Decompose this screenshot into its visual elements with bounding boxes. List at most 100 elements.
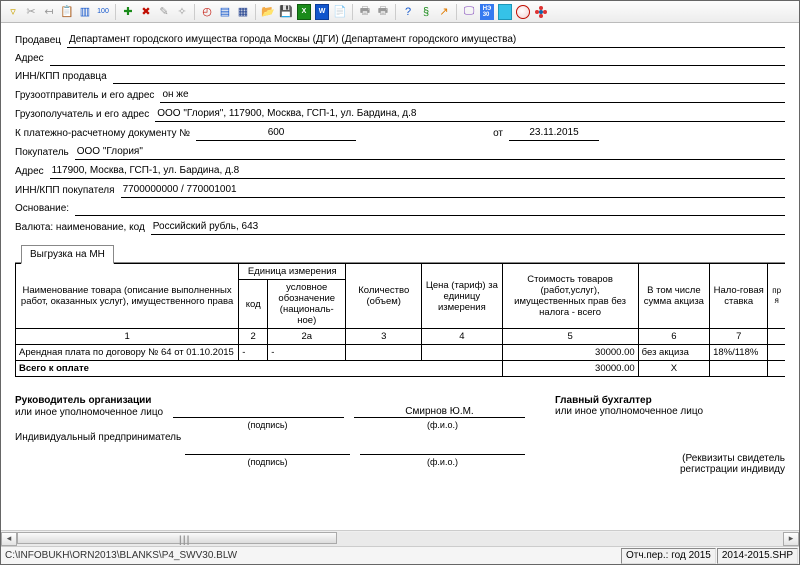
inn-seller-value[interactable] [113, 72, 785, 84]
status-period: Отч.пер.: год 2015 [621, 548, 716, 564]
calculator-icon[interactable]: ▦ [235, 4, 251, 20]
currency-label: Валюта: наименование, код [15, 221, 145, 235]
fio-ip[interactable] [360, 443, 525, 455]
sig-line-ip[interactable] [185, 443, 350, 455]
tab-upload-mn[interactable]: Выгрузка на МН [21, 245, 114, 264]
address-label: Адрес [15, 52, 44, 66]
or-person-2: или иное уполномоченное лицо [555, 406, 785, 417]
th-excise: В том числе сумма акциза [638, 264, 709, 329]
seller-label: Продавец [15, 34, 61, 48]
buyer-label: Покупатель [15, 146, 69, 160]
seller-value[interactable]: Департамент городского имущества города … [67, 33, 785, 48]
scroll-right-button[interactable]: ▸ [783, 532, 799, 546]
separator [395, 4, 396, 20]
separator [255, 4, 256, 20]
paydoc-label: К платежно-расчетному документу № [15, 127, 190, 141]
fio-head[interactable]: Смирнов Ю.М. [354, 406, 525, 418]
consignor-value[interactable]: он же [160, 88, 785, 103]
tab-strip: Выгрузка на МН [15, 241, 785, 263]
consignee-value[interactable]: ООО "Глория", 117900, Москва, ГСП-1, ул.… [155, 107, 785, 122]
total-cost: 30000.00 [502, 361, 638, 377]
globe-icon[interactable] [515, 4, 531, 20]
paydoc-num[interactable]: 600 [196, 126, 356, 141]
th-price: Цена (тариф) за единицу измерения [422, 264, 502, 329]
paydoc-ot: от [493, 127, 503, 141]
sig-line-head[interactable] [173, 406, 344, 418]
cell-symbol[interactable]: - [268, 345, 346, 361]
th-symbol: условное обозначение (националь-ное) [268, 280, 346, 329]
inn-buyer-value[interactable]: 7700000000 / 770001001 [121, 183, 785, 198]
scroll-left-button[interactable]: ◂ [1, 532, 17, 546]
rekv-1: (Реквизиты свидетель [555, 453, 785, 464]
total-label: Всего к оплате [16, 361, 503, 377]
word-icon[interactable]: W [314, 4, 330, 20]
columns-icon[interactable]: ▥ [77, 4, 93, 20]
cell-cost[interactable]: 30000.00 [502, 345, 638, 361]
or-person: или иное уполномоченное лицо [15, 407, 163, 418]
xls-icon[interactable]: X [296, 4, 312, 20]
print-all-icon[interactable]: 🖶 [375, 4, 391, 20]
scissors-icon[interactable]: ✂ [23, 4, 39, 20]
th-code: код [239, 280, 268, 329]
letter-icon[interactable]: ▤ [217, 4, 233, 20]
buyer-addr-label: Адрес [15, 165, 44, 179]
document-area: Продавец Департамент городского имуществ… [1, 23, 799, 530]
save-icon[interactable]: 💾 [278, 4, 294, 20]
monitor-icon[interactable]: 🖵 [461, 4, 477, 20]
table-row[interactable]: Арендная плата по договору № 64 от 01.10… [16, 345, 786, 361]
cell-rate[interactable]: 18%/118% [710, 345, 768, 361]
consignee-label: Грузополучатель и его адрес [15, 108, 149, 122]
currency-value[interactable]: Российский рубль, 643 [151, 220, 785, 235]
funnel-icon[interactable]: ▿ [5, 4, 21, 20]
teamviewer-icon[interactable] [497, 4, 513, 20]
align-left-icon[interactable]: ↤ [41, 4, 57, 20]
pencil-icon[interactable]: ✎ [156, 4, 172, 20]
delete-icon[interactable]: ✖ [138, 4, 154, 20]
buyer-addr-value[interactable]: 117900, Москва, ГСП-1, ул. Бардина, д.8 [50, 164, 785, 179]
paydoc-date[interactable]: 23.11.2015 [509, 126, 599, 141]
inn-seller-label: ИНН/КПП продавца [15, 70, 107, 84]
consignor-label: Грузоотправитель и его адрес [15, 89, 154, 103]
signature-area: Руководитель организации или иное уполно… [15, 395, 785, 475]
main-toolbar: ▿ ✂ ↤ 📋 ▥ 100 ✚ ✖ ✎ ✧ ◴ ▤ ▦ 📂 💾 X W 📄 🖶 … [1, 1, 799, 23]
separator [352, 4, 353, 20]
plus-icon[interactable]: ✚ [120, 4, 136, 20]
cell-name[interactable]: Арендная плата по договору № 64 от 01.10… [16, 345, 239, 361]
ip-label: Индивидуальный предприниматель [15, 432, 525, 443]
cell-qty[interactable] [346, 345, 422, 361]
address-value[interactable] [50, 54, 785, 66]
cell-price[interactable] [422, 345, 502, 361]
items-table: Наименование товара (описание выполненны… [15, 263, 785, 377]
chief-acc-label: Главный бухгалтер [555, 395, 785, 406]
print-icon[interactable]: 🖶 [357, 4, 373, 20]
total-excise: X [638, 361, 709, 377]
basis-value[interactable] [75, 204, 785, 216]
open-icon[interactable]: 📂 [260, 4, 276, 20]
scroll-track[interactable]: ┃┃┃ [17, 532, 783, 546]
status-bar: C:\INFOBUKH\ORN2013\BLANKS\P4_SWV30.BLW … [1, 546, 799, 564]
separator [194, 4, 195, 20]
pdf-icon[interactable]: ◴ [199, 4, 215, 20]
th-rate: Нало-говая ставка [710, 264, 768, 329]
report-icon[interactable]: 📄 [332, 4, 348, 20]
th-name: Наименование товара (описание выполненны… [16, 264, 239, 329]
buyer-value[interactable]: ООО "Глория" [75, 145, 785, 160]
th-cost: Стоимость товаров (работ,услуг), имущест… [502, 264, 638, 329]
help-icon[interactable]: ? [400, 4, 416, 20]
cell-code[interactable]: - [239, 345, 268, 361]
ne-icon[interactable]: НЭ30 [479, 4, 495, 20]
total-row: Всего к оплате 30000.00 X [16, 361, 786, 377]
wand-icon[interactable]: ✧ [174, 4, 190, 20]
flower-icon[interactable] [533, 4, 549, 20]
link-icon[interactable]: § [418, 4, 434, 20]
horizontal-scrollbar[interactable]: ◂ ┃┃┃ ▸ [1, 530, 799, 546]
zoom-icon[interactable]: 100 [95, 4, 111, 20]
separator [456, 4, 457, 20]
inn-buyer-label: ИНН/КПП покупателя [15, 184, 115, 198]
scroll-thumb[interactable]: ┃┃┃ [17, 532, 337, 544]
status-path: C:\INFOBUKH\ORN2013\BLANKS\P4_SWV30.BLW [1, 550, 241, 561]
cell-excise[interactable]: без акциза [638, 345, 709, 361]
paste-icon[interactable]: 📋 [59, 4, 75, 20]
arrow-out-icon[interactable]: ↗ [436, 4, 452, 20]
th-unit: Единица измерения [239, 264, 346, 280]
